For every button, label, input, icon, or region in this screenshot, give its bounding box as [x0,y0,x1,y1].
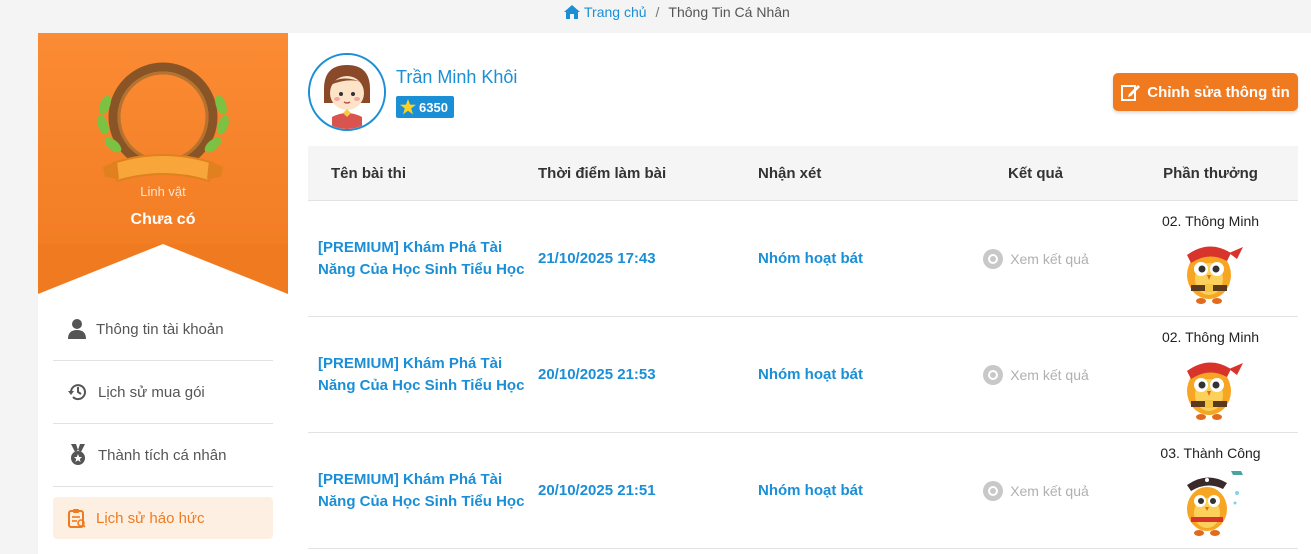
reward-name: 03. Thành Công [1160,444,1261,461]
reward-name: 02. Thông Minh [1161,212,1260,229]
sidebar-item-label: Thành tích cá nhân [98,446,227,464]
owl-mascot-icon [1186,245,1243,304]
table-row: [PREMIUM] Khám Phá Tài Năng Của Học Sinh… [308,201,1298,317]
user-name: Trần Minh Khôi [396,67,518,87]
points-value: 6350 [419,99,448,115]
view-result-label: Xem kết quả [1010,250,1089,267]
breadcrumb-current: Thông Tin Cá Nhân [668,4,790,20]
points-badge: 6350 [396,96,454,118]
clipboard-icon [68,509,86,528]
test-history-table: Tên bài thi Thời điểm làm bài Nhận xét K… [308,146,1298,549]
reward-name: 02. Thông Minh [1161,328,1260,345]
column-header-reward: Phần thưởng [1163,164,1258,182]
test-comment: Nhóm hoạt bát [758,365,863,383]
edit-profile-label: Chỉnh sửa thông tin [1147,83,1290,101]
eye-icon [983,248,1004,269]
edit-icon [1121,85,1141,101]
view-result-link[interactable]: Xem kết quả [948,248,1123,270]
view-result-label: Xem kết quả [1010,366,1089,383]
owl-pirate-mascot-icon [1186,470,1243,536]
mascot-frame-icon [97,62,229,183]
test-comment: Nhóm hoạt bát [758,249,863,267]
home-icon [564,5,580,19]
user-icon [68,319,86,339]
sidebar-item-purchase-history[interactable]: Lịch sử mua gói [53,361,273,424]
table-row: [PREMIUM] Khám Phá Tài Năng Của Học Sinh… [308,433,1298,549]
sidebar-menu: Thông tin tài khoản Lịch sử mua gói Thàn… [53,298,273,539]
sidebar: Linh vật Chưa có Thông tin tài khoản Lịc… [38,33,288,554]
star-icon [400,99,416,115]
column-header-comment: Nhận xét [758,164,822,182]
column-header-test-name: Tên bài thi [331,164,406,182]
view-result-link[interactable]: Xem kết quả [948,480,1123,502]
sidebar-item-label: Lịch sử mua gói [98,383,205,401]
sidebar-notch [38,244,288,296]
sidebar-item-label: Lịch sử háo hức [96,509,205,527]
avatar [308,53,386,131]
eye-icon [983,364,1004,385]
column-header-result: Kết quả [1007,164,1063,182]
table-row: [PREMIUM] Khám Phá Tài Năng Của Học Sinh… [308,317,1298,433]
sidebar-item-label: Thông tin tài khoản [96,320,224,338]
reward: 03. Thành Công [1123,445,1298,537]
test-name-link[interactable]: [PREMIUM] Khám Phá Tài Năng Của Học Sinh… [318,355,524,394]
mascot-label: Linh vật [140,184,186,199]
view-result-link[interactable]: Xem kết quả [948,364,1123,386]
test-name-link[interactable]: [PREMIUM] Khám Phá Tài Năng Của Học Sinh… [318,471,524,510]
test-name-link[interactable]: [PREMIUM] Khám Phá Tài Năng Của Học Sinh… [318,239,524,278]
edit-profile-button[interactable]: Chỉnh sửa thông tin [1113,73,1298,111]
column-header-time: Thời điểm làm bài [538,164,667,182]
breadcrumb-home[interactable]: Trang chủ [564,4,647,20]
test-time: 20/10/2025 21:51 [538,481,656,499]
breadcrumb-home-label: Trang chủ [584,4,647,20]
sidebar-item-achievements[interactable]: Thành tích cá nhân [53,424,273,487]
eye-icon [983,480,1004,501]
breadcrumb-separator: / [655,4,660,20]
sidebar-item-account-info[interactable]: Thông tin tài khoản [53,298,273,361]
view-result-label: Xem kết quả [1010,482,1089,499]
main-panel: Trần Minh Khôi 6350 Chỉnh sửa thông tin … [288,33,1311,554]
test-time: 20/10/2025 21:53 [538,365,656,383]
medal-icon [71,444,85,465]
breadcrumb: Trang chủ / Thông Tin Cá Nhân [564,4,790,20]
test-time: 21/10/2025 17:43 [538,249,656,267]
reward: 02. Thông Minh [1123,329,1298,421]
sidebar-item-test-history[interactable]: Lịch sử háo hức [53,497,273,539]
avatar-girl-icon [310,55,384,129]
history-icon [68,384,86,401]
table-header: Tên bài thi Thời điểm làm bài Nhận xét K… [308,146,1298,201]
reward: 02. Thông Minh [1123,213,1298,305]
mascot-value: Chưa có [130,211,196,228]
test-comment: Nhóm hoạt bát [758,481,863,499]
owl-mascot-icon [1186,361,1243,420]
